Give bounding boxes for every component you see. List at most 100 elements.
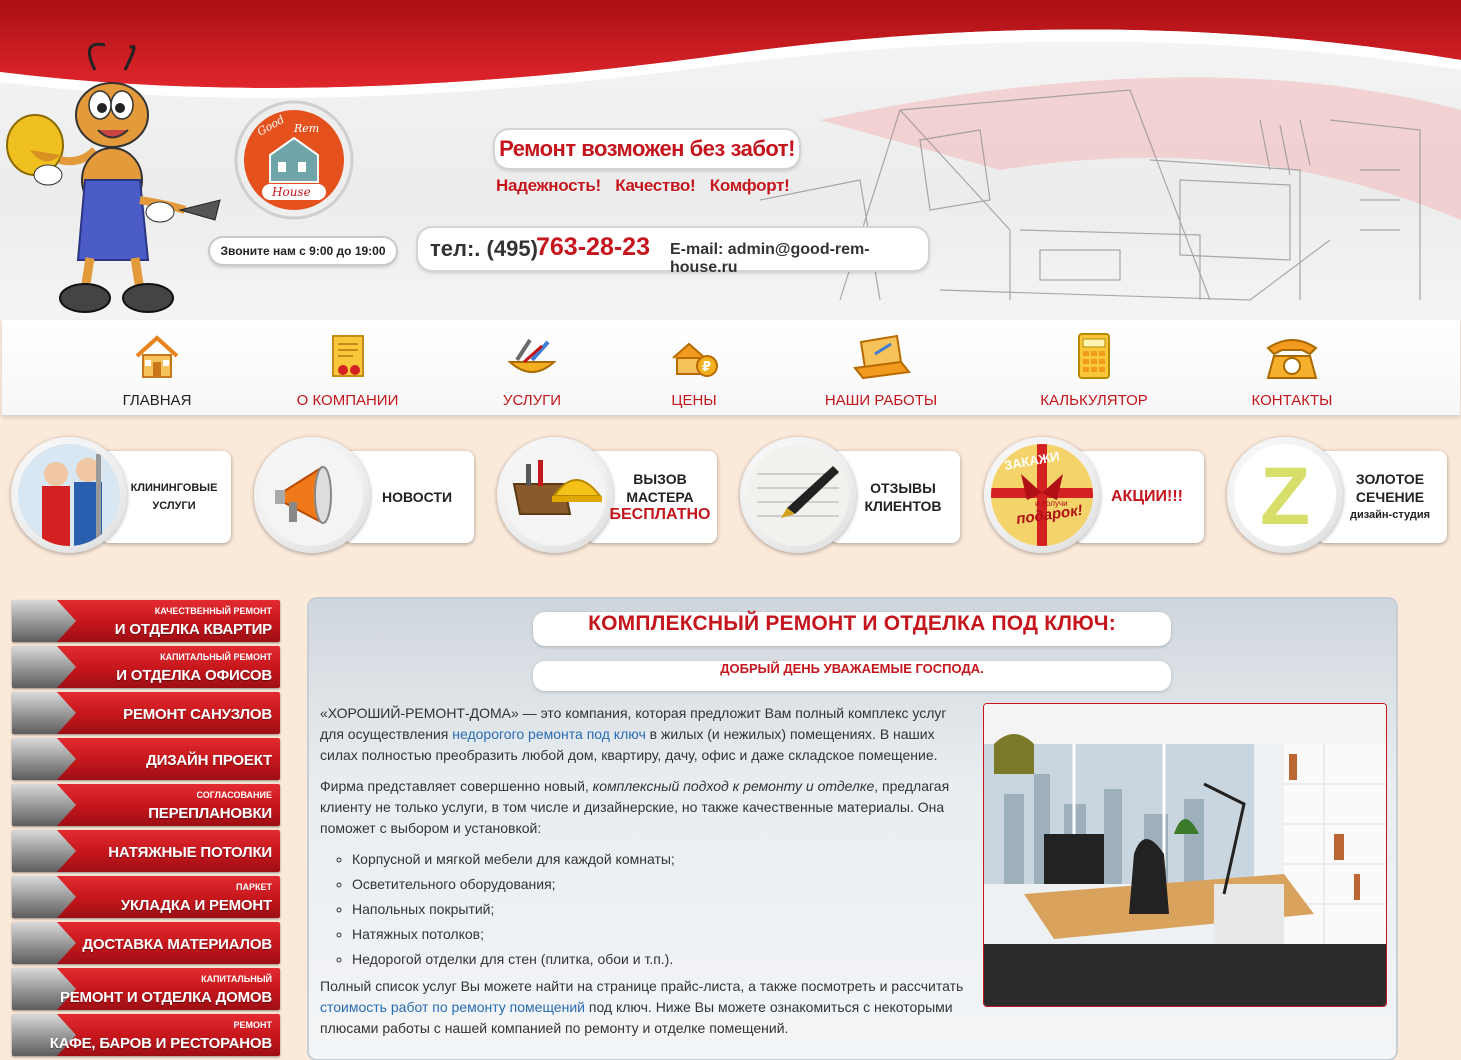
promo-text: УСЛУГИ bbox=[152, 500, 196, 512]
paragraph: Полный список услуг Вы можете найти на с… bbox=[320, 976, 970, 1039]
company-logo[interactable]: Good Rem House bbox=[232, 100, 356, 220]
text: Фирма представляет совершенно новый, bbox=[320, 778, 593, 794]
promo-actions[interactable]: ЗАКАЖИ и получи подарок! АКЦИИ!!! bbox=[984, 437, 1204, 557]
list-item: Корпусной и мягкой мебели для каждой ком… bbox=[352, 849, 970, 870]
sidebar-item-subtitle: Капитальный ремонт bbox=[160, 652, 272, 662]
sidebar-item-label: И ОТДЕЛКА КВАРТИР bbox=[114, 621, 272, 638]
paragraph: Фирма представляет совершенно новый, ком… bbox=[320, 776, 970, 839]
fountain-pen-icon bbox=[747, 444, 849, 546]
nav-item-portfolio[interactable]: НАШИ РАБОТЫ bbox=[814, 320, 948, 415]
sidebar-item-label: И ОТДЕЛКА ОФИСОВ bbox=[116, 667, 272, 684]
slogan: Ремонт возможен без забот! bbox=[495, 130, 799, 168]
main-navigation: ГЛАВНАЯ О КОМПАНИИ УСЛУГИ ₽ ЦЕНЫ НАШИ РА… bbox=[2, 320, 1460, 416]
sidebar-item-subtitle: Паркет bbox=[236, 882, 272, 892]
sidebar-item-subtitle: Ремонт bbox=[233, 1020, 272, 1030]
promo-news[interactable]: НОВОСТИ bbox=[254, 437, 474, 557]
svg-text:House: House bbox=[271, 185, 311, 199]
main-content: КОМПЛЕКСНЫЙ РЕМОНТ И ОТДЕЛКА ПОД КЛЮЧ: Д… bbox=[309, 599, 1396, 1059]
sidebar-item-replanning[interactable]: Согласование ПЕРЕПЛАНОВКИ bbox=[12, 784, 280, 826]
cleaning-staff-photo bbox=[18, 444, 120, 546]
sidebar-item-label: ДИЗАЙН ПРОЕКТ bbox=[146, 752, 272, 769]
promo-text: дизайн-студия bbox=[1349, 509, 1431, 521]
nav-item-calculator[interactable]: КАЛЬКУЛЯТОР bbox=[1032, 320, 1156, 415]
megaphone-icon bbox=[261, 444, 363, 546]
home-icon bbox=[135, 335, 179, 378]
sidebar-item-bathrooms[interactable]: РЕМОНТ САНУЗЛОВ bbox=[12, 692, 280, 734]
promo-cleaning[interactable]: КЛИНИНГОВЫЕ УСЛУГИ bbox=[11, 437, 231, 557]
svg-text:₽: ₽ bbox=[702, 360, 711, 375]
list-item: Осветительного оборудования; bbox=[352, 874, 970, 895]
quality-reliability: Надежность! bbox=[496, 176, 601, 195]
nav-item-home[interactable]: ГЛАВНАЯ bbox=[105, 320, 209, 415]
promo-highlight: БЕСПЛАТНО bbox=[609, 506, 711, 523]
list-item: Недорогой отделки для стен (плитка, обои… bbox=[352, 949, 970, 970]
nav-item-contacts[interactable]: КОНТАКТЫ bbox=[1242, 320, 1342, 415]
sidebar-item-subtitle: Качественный ремонт bbox=[154, 606, 272, 616]
promo-golden-section[interactable]: Z ЗОЛОТОЕ СЕЧЕНИЕ дизайн-студия bbox=[1227, 437, 1447, 557]
promo-master-call[interactable]: ВЫЗОВ МАСТЕРА БЕСПЛАТНО bbox=[497, 437, 717, 557]
svg-text:Rem: Rem bbox=[293, 122, 319, 135]
calculator-icon bbox=[1078, 333, 1110, 379]
mascot-ant-illustration bbox=[6, 42, 221, 313]
sidebar-item-label: ПЕРЕПЛАНОВКИ bbox=[148, 805, 272, 822]
email-address[interactable]: E-mail: admin@good-rem-house.ru bbox=[670, 241, 928, 277]
sidebar-item-label: РЕМОНТ И ОТДЕЛКА ДОМОВ bbox=[59, 989, 272, 1006]
nav-label: О КОМПАНИИ bbox=[296, 392, 399, 409]
sidebar-item-subtitle: Согласование bbox=[196, 790, 272, 800]
phone-label: тел:. (495) bbox=[430, 236, 538, 261]
contact-box: тел:. (495) 763-28-23 E-mail: admin@good… bbox=[418, 228, 928, 276]
nav-item-prices[interactable]: ₽ ЦЕНЫ bbox=[652, 320, 736, 415]
page-subtitle: ДОБРЫЙ ДЕНЬ УВАЖАЕМЫЕ ГОСПОДА. bbox=[533, 661, 1171, 691]
promo-text: НОВОСТИ bbox=[381, 489, 453, 505]
emphasis-text: комплексный подход к ремонту и отделке bbox=[592, 778, 875, 794]
working-hours: Звоните нам с 9:00 до 19:00 bbox=[210, 238, 396, 264]
services-list: Корпусной и мягкой мебели для каждой ком… bbox=[320, 849, 970, 970]
sidebar-item-apartments[interactable]: Качественный ремонт И ОТДЕЛКА КВАРТИР bbox=[12, 600, 280, 642]
list-item: Натяжных потолков; bbox=[352, 924, 970, 945]
nav-label: НАШИ РАБОТЫ bbox=[824, 392, 938, 409]
office-interior-photo bbox=[983, 703, 1387, 1007]
certificate-icon bbox=[331, 335, 364, 377]
z-logo-icon: Z bbox=[1234, 444, 1336, 546]
list-item: Напольных покрытий; bbox=[352, 899, 970, 920]
promo-text: КЛИЕНТОВ bbox=[864, 498, 942, 514]
promo-text: МАСТЕРА bbox=[626, 489, 694, 505]
sidebar-item-parquet[interactable]: Паркет УКЛАДКА И РЕМОНТ bbox=[12, 876, 280, 918]
quality-comfort: Комфорт! bbox=[709, 176, 790, 195]
promo-highlight: АКЦИИ!!! bbox=[1111, 488, 1183, 505]
sidebar-item-ceilings[interactable]: НАТЯЖНЫЕ ПОТОЛКИ bbox=[12, 830, 280, 872]
quality-quality: Качество! bbox=[615, 176, 696, 195]
sidebar-item-label: ДОСТАВКА МАТЕРИАЛОВ bbox=[82, 936, 272, 953]
tools-icon bbox=[507, 338, 557, 373]
sidebar-item-label: НАТЯЖНЫЕ ПОТОЛКИ bbox=[108, 844, 272, 861]
sidebar-item-houses[interactable]: Капитальный РЕМОНТ И ОТДЕЛКА ДОМОВ bbox=[12, 968, 280, 1010]
phone-icon bbox=[1266, 339, 1318, 379]
laptop-icon bbox=[853, 334, 911, 380]
sidebar-item-cafes[interactable]: Ремонт КАФЕ, БАРОВ И РЕСТОРАНОВ bbox=[12, 1014, 280, 1056]
paragraph: «ХОРОШИЙ-РЕМОНТ-ДОМА» — это компания, ко… bbox=[320, 703, 970, 766]
link-cheap-renovation[interactable]: недорогого ремонта под ключ bbox=[452, 726, 646, 742]
sidebar-item-label: УКЛАДКА И РЕМОНТ bbox=[120, 897, 272, 914]
toolbelt-helmet-icon bbox=[504, 444, 606, 546]
sidebar-item-design[interactable]: ДИЗАЙН ПРОЕКТ bbox=[12, 738, 280, 780]
nav-item-services[interactable]: УСЛУГИ bbox=[485, 320, 579, 415]
nav-item-about[interactable]: О КОМПАНИИ bbox=[280, 320, 415, 415]
link-renovation-cost[interactable]: стоимость работ по ремонту помещений bbox=[320, 999, 585, 1015]
promo-reviews[interactable]: ОТЗЫВЫ КЛИЕНТОВ bbox=[740, 437, 960, 557]
nav-label: КАЛЬКУЛЯТОР bbox=[1040, 392, 1148, 409]
sidebar-item-label: КАФЕ, БАРОВ И РЕСТОРАНОВ bbox=[49, 1035, 272, 1052]
article-body: «ХОРОШИЙ-РЕМОНТ-ДОМА» — это компания, ко… bbox=[320, 703, 970, 1049]
sidebar-item-offices[interactable]: Капитальный ремонт И ОТДЕЛКА ОФИСОВ bbox=[12, 646, 280, 688]
sidebar-item-delivery[interactable]: ДОСТАВКА МАТЕРИАЛОВ bbox=[12, 922, 280, 964]
promo-text: ВЫЗОВ bbox=[633, 471, 687, 487]
nav-label: ЦЕНЫ bbox=[671, 392, 717, 409]
promo-badge-text: Z bbox=[1260, 451, 1310, 542]
nav-label: ГЛАВНАЯ bbox=[122, 392, 192, 409]
qualities-line: Надежность! Качество! Комфорт! bbox=[496, 176, 799, 196]
promo-text: КЛИНИНГОВЫЕ bbox=[130, 482, 218, 494]
site-header: Good Rem House Звоните нам с 9:00 до 19:… bbox=[0, 0, 1461, 320]
gift-card-icon: ЗАКАЖИ и получи подарок! bbox=[991, 444, 1093, 546]
phone-number[interactable]: 763-28-23 bbox=[536, 233, 650, 262]
service-sidebar: Качественный ремонт И ОТДЕЛКА КВАРТИР Ка… bbox=[12, 600, 280, 1060]
promo-text: СЕЧЕНИЕ bbox=[1355, 489, 1425, 505]
